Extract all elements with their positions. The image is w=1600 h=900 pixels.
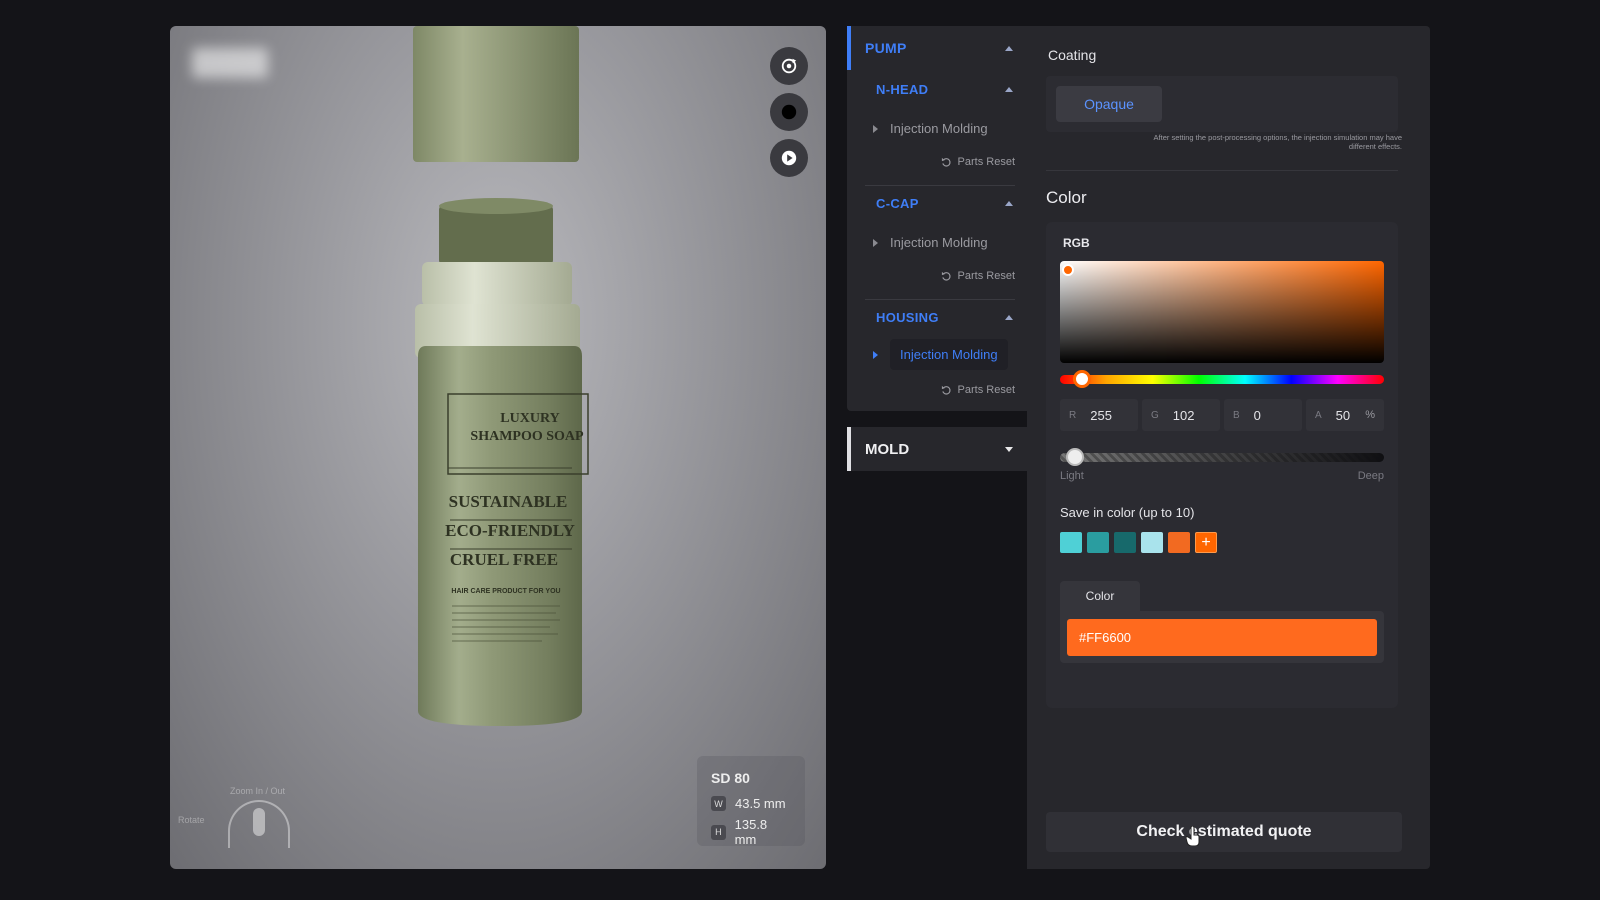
height-tag: H: [711, 824, 726, 840]
play-icon: [781, 150, 797, 166]
color-tab[interactable]: Color: [1060, 581, 1140, 611]
width-tag: W: [711, 796, 726, 811]
hex-input[interactable]: #FF6600: [1067, 619, 1377, 656]
coating-label: Coating: [1048, 47, 1097, 63]
caret-right-icon: [873, 350, 878, 359]
product-viewport[interactable]: LUXURY SHAMPOO SOAP SUSTAINABLE ECO-FRIE…: [170, 26, 826, 869]
parts-reset-n-head[interactable]: Parts Reset: [941, 156, 1015, 168]
light-label: Light: [1060, 470, 1084, 482]
part-housing[interactable]: HOUSING: [876, 310, 939, 325]
parts-reset-housing[interactable]: Parts Reset: [941, 384, 1015, 396]
process-c-cap[interactable]: Injection Molding: [873, 235, 988, 250]
bottle-render[interactable]: LUXURY SHAMPOO SOAP SUSTAINABLE ECO-FRIE…: [170, 26, 826, 869]
reset-icon: [941, 271, 951, 281]
label-subtitle: HAIR CARE PRODUCT FOR YOU: [451, 588, 560, 595]
divider: [1046, 170, 1398, 171]
check-estimated-quote-button[interactable]: Check estimated quote: [1046, 812, 1402, 852]
label-claim-1: SUSTAINABLE: [449, 492, 568, 511]
depth-labels: Light Deep: [1060, 470, 1384, 482]
chevron-up-icon[interactable]: [1005, 315, 1013, 320]
mouse-controls-hint: Zoom In / Out Rotate: [178, 786, 308, 866]
mold-label: MOLD: [865, 441, 910, 458]
process-housing[interactable]: Injection Molding: [873, 339, 1008, 370]
caret-right-icon: [873, 124, 878, 133]
saturation-handle[interactable]: [1062, 264, 1074, 276]
chevron-up-icon[interactable]: [1005, 46, 1013, 51]
chevron-up-icon[interactable]: [1005, 201, 1013, 206]
saved-color-swatch[interactable]: [1087, 532, 1109, 553]
saved-colors: +: [1060, 532, 1217, 553]
label-claim-3: CRUEL FREE: [450, 550, 558, 569]
g-field[interactable]: G 102: [1142, 399, 1220, 431]
chevron-up-icon[interactable]: [1005, 87, 1013, 92]
saved-color-swatch[interactable]: [1114, 532, 1136, 553]
hand-cursor-icon: [1186, 826, 1200, 846]
dimensions-card: SD 80 W 43.5 mm H 135.8 mm: [697, 756, 805, 847]
depth-slider[interactable]: [1060, 448, 1384, 466]
opaque-option-button[interactable]: Opaque: [1056, 86, 1162, 122]
rotate-icon: [781, 58, 797, 74]
zoom-hint: Zoom In / Out: [230, 786, 286, 796]
deep-label: Deep: [1357, 470, 1384, 482]
options-panel: Coating Opaque After setting the post-pr…: [1027, 26, 1430, 869]
section-indicator: [847, 427, 851, 471]
parts-panel: PUMP N-HEAD Injection Molding Parts Rese…: [847, 26, 1027, 411]
add-color-button[interactable]: +: [1195, 532, 1217, 553]
mouse-wheel-icon: [253, 808, 265, 836]
b-field[interactable]: B0: [1224, 399, 1302, 431]
play-button[interactable]: [770, 139, 808, 177]
width-value: 43.5 mm: [735, 796, 786, 811]
hue-slider[interactable]: [1060, 370, 1384, 388]
parts-reset-c-cap[interactable]: Parts Reset: [941, 270, 1015, 282]
rgba-fields: R 255 G 102 B0 A 50%: [1060, 399, 1384, 431]
section-pump[interactable]: PUMP: [865, 40, 907, 56]
part-c-cap[interactable]: C-CAP: [876, 196, 919, 211]
part-n-head[interactable]: N-HEAD: [876, 82, 928, 97]
process-n-head[interactable]: Injection Molding: [873, 121, 988, 136]
divider: [865, 185, 1015, 186]
label-line1: LUXURY: [500, 411, 559, 426]
r-field[interactable]: R 255: [1060, 399, 1138, 431]
saved-color-swatch[interactable]: [1060, 532, 1082, 553]
rotate-view-button[interactable]: [770, 47, 808, 85]
record-button[interactable]: [770, 93, 808, 131]
g-value: 102: [1172, 407, 1195, 423]
saved-color-swatch[interactable]: [1141, 532, 1163, 553]
saved-colors-label: Save in color (up to 10): [1060, 505, 1195, 520]
label-line2: SHAMPOO SOAP: [470, 429, 584, 444]
label-claim-2: ECO-FRIENDLY: [445, 521, 575, 540]
section-mold[interactable]: MOLD: [847, 427, 1027, 471]
depth-handle[interactable]: [1066, 448, 1084, 466]
a-value: 50: [1335, 407, 1351, 423]
active-section-indicator: [847, 26, 851, 70]
reset-icon: [941, 385, 951, 395]
a-field[interactable]: A 50%: [1306, 399, 1384, 431]
rotate-hint: Rotate: [178, 815, 205, 825]
record-icon: [781, 104, 797, 120]
model-name: SD 80: [711, 770, 750, 786]
color-mode-label: RGB: [1063, 236, 1090, 250]
chevron-down-icon[interactable]: [1005, 447, 1013, 452]
r-value: 255: [1090, 407, 1112, 423]
divider: [865, 299, 1015, 300]
coating-options: Opaque: [1046, 76, 1398, 132]
height-value: 135.8 mm: [734, 817, 768, 847]
caret-right-icon: [873, 238, 878, 247]
saturation-value-area[interactable]: [1060, 261, 1384, 363]
color-heading: Color: [1046, 188, 1087, 207]
coating-note: After setting the post-processing option…: [1153, 133, 1402, 151]
hue-handle[interactable]: [1072, 370, 1091, 388]
hex-container: #FF6600: [1060, 611, 1384, 663]
saved-color-swatch[interactable]: [1168, 532, 1190, 553]
color-picker: RGB R 255 G 102 B0 A 50% Light Deep Save in…: [1046, 222, 1398, 708]
reset-icon: [941, 157, 951, 167]
b-value: 0: [1253, 407, 1261, 423]
